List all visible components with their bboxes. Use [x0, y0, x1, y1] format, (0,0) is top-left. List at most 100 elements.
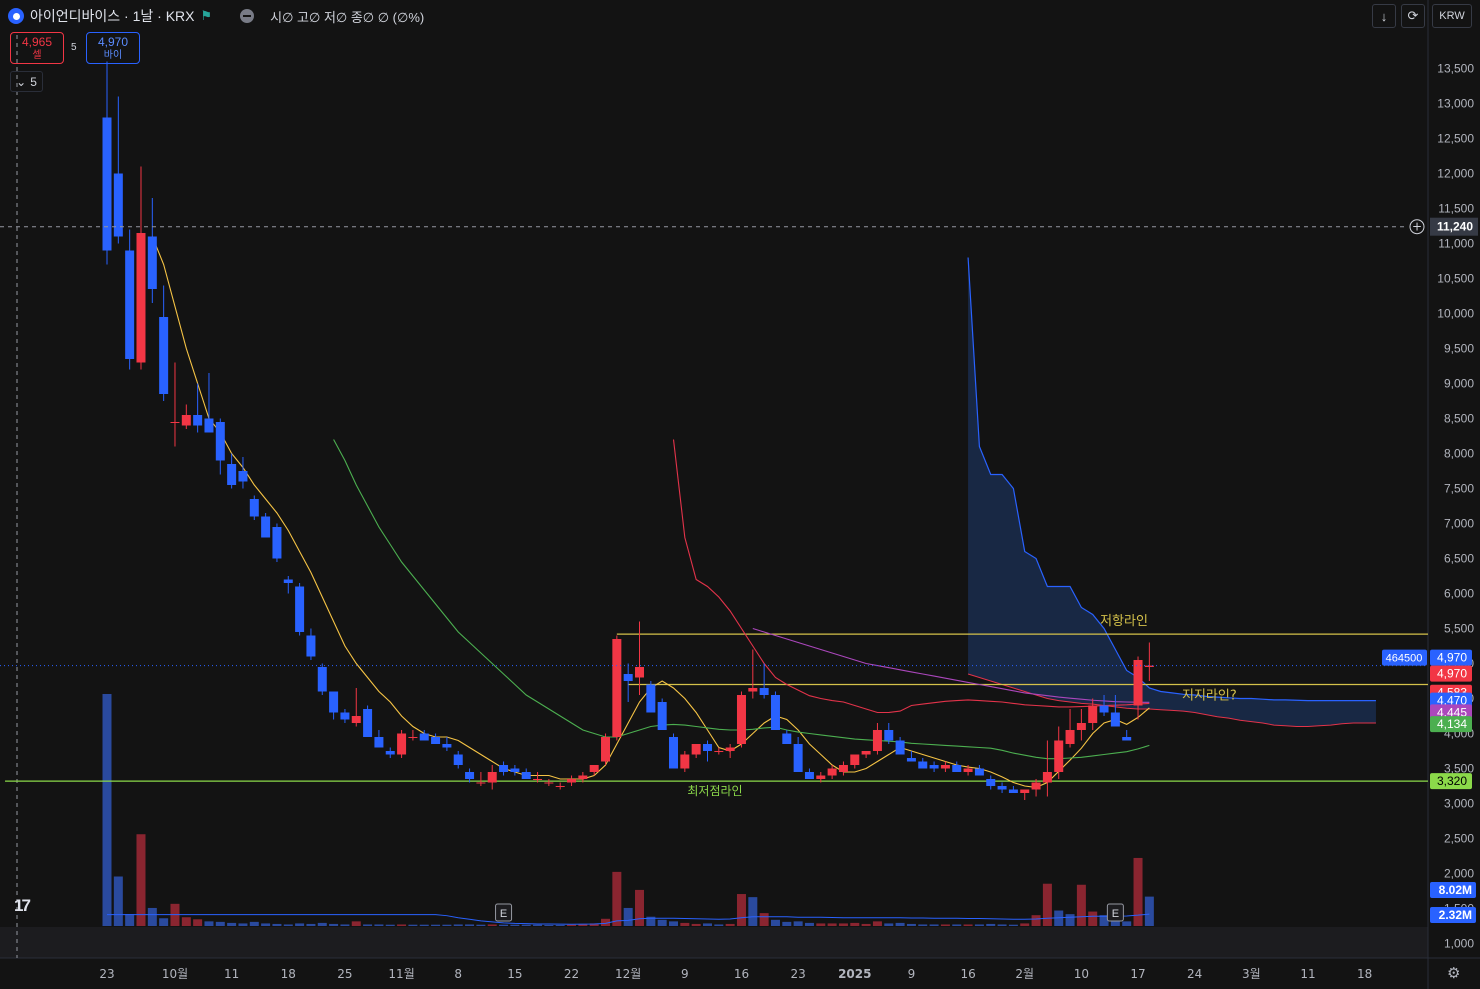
candle-body	[521, 772, 531, 779]
volume-bar	[238, 923, 248, 926]
candle-body	[872, 730, 882, 751]
candle-body	[476, 782, 486, 784]
price-axis-tag-label: 4,970	[1437, 667, 1467, 681]
candle-body	[691, 744, 701, 755]
tradingview-logo-icon[interactable]: 17	[14, 896, 31, 916]
candle-body	[159, 317, 169, 394]
volume-bar	[306, 923, 316, 926]
volume-bar	[317, 922, 327, 926]
candle-body	[861, 751, 871, 755]
extra-pane-strip	[0, 927, 1428, 958]
resistance-label: 저항라인	[1100, 614, 1148, 629]
volume-bar	[533, 924, 543, 926]
currency-button[interactable]: KRW	[1432, 4, 1472, 28]
volume-bar	[657, 919, 667, 926]
time-tick-label: 10	[1074, 967, 1089, 981]
volume-bar	[759, 913, 769, 926]
time-tick-label: 8	[454, 967, 462, 981]
candle-body	[1031, 782, 1041, 790]
volume-bar	[895, 922, 905, 926]
volume-bar	[929, 924, 939, 926]
time-tick-label: 23	[99, 967, 114, 981]
candle-body	[465, 772, 475, 779]
candle-body	[1065, 730, 1075, 744]
candle-body	[918, 761, 928, 769]
candle-body	[612, 639, 622, 737]
candle-body	[986, 779, 996, 786]
volume-bar	[159, 918, 169, 926]
flag-icon[interactable]: ⚑	[201, 8, 213, 24]
candle-body	[567, 779, 577, 783]
spread-value: 5	[71, 42, 77, 53]
volume-bar	[906, 923, 916, 926]
download-button[interactable]: ↓	[1372, 4, 1396, 28]
sell-button[interactable]: 4,965 셀	[10, 32, 64, 64]
time-tick-label: 10월	[162, 967, 188, 981]
replay-button[interactable]: ⟳	[1401, 4, 1425, 28]
volume-bar	[952, 924, 962, 926]
volume-bar	[872, 921, 882, 926]
price-tick-label: 2,000	[1444, 867, 1474, 881]
candle-body	[385, 751, 395, 755]
price-tick-label: 10,500	[1437, 272, 1474, 286]
volume-bar	[136, 834, 146, 926]
candle-body	[770, 695, 780, 730]
candle-body	[725, 747, 735, 751]
time-tick-label: 24	[1187, 967, 1202, 981]
candle-body	[261, 516, 271, 538]
volume-bar	[850, 922, 860, 926]
candle-body	[702, 744, 712, 751]
candle-body	[1020, 789, 1030, 793]
time-tick-label: 16	[734, 967, 749, 981]
symbol-title[interactable]: 아이언디바이스 · 1날 · KRX	[30, 6, 195, 26]
volume-bar	[272, 923, 282, 926]
price-tick-label: 7,000	[1444, 517, 1474, 531]
time-tick-label: 23	[790, 967, 805, 981]
candle-body	[487, 772, 497, 783]
candle-body	[997, 786, 1007, 790]
indicator-collapse-button[interactable]: ⌄ 5	[10, 71, 43, 92]
candle-body	[850, 754, 860, 765]
time-tick-label: 11월	[388, 967, 414, 981]
plus-icon: +	[1412, 220, 1422, 234]
volume-bar	[408, 924, 418, 926]
candle-body	[544, 782, 554, 784]
time-tick-label: 9	[908, 967, 916, 981]
buy-label: 바이	[103, 50, 123, 61]
volume-bar	[351, 921, 361, 926]
candle-body	[1076, 723, 1086, 730]
volume-bar	[340, 924, 350, 926]
indicator-count: 5	[30, 74, 37, 89]
chart-canvas[interactable]: 저항라인지지라인?최저점라인EE1,0001,5002,0002,5003,00…	[0, 0, 1480, 989]
candle-body	[499, 765, 509, 772]
volume-bar	[578, 924, 588, 926]
volume-bar	[680, 922, 690, 926]
volume-bar	[567, 924, 577, 926]
candle-body	[533, 779, 543, 780]
price-tick-label: 5,500	[1444, 622, 1474, 636]
candle-body	[884, 730, 894, 741]
price-tick-label: 8,000	[1444, 447, 1474, 461]
volume-bar	[940, 924, 950, 926]
candle-body	[340, 712, 350, 720]
volume-bar	[147, 907, 157, 926]
arrow-down-icon: ↓	[1380, 8, 1388, 24]
chart-header: 아이언디바이스 · 1날 · KRX ⚑ 시∅ 고∅ 저∅ 종∅ ∅ (∅%)	[8, 6, 424, 26]
time-tick-label: 15	[507, 967, 522, 981]
volume-bar	[702, 923, 712, 926]
candle-body	[906, 758, 916, 762]
volume-bar	[736, 894, 746, 926]
volume-bar	[918, 924, 928, 926]
volume-bar	[363, 924, 373, 926]
volume-bar	[521, 924, 531, 926]
volume-bar	[453, 924, 463, 926]
gear-icon[interactable]: ⚙	[1447, 964, 1460, 982]
candle-body	[646, 684, 656, 713]
candle-body	[170, 422, 180, 423]
buy-button[interactable]: 4,970 바이	[86, 32, 140, 64]
candle-body	[1008, 789, 1018, 793]
volume-axis-tag-label: 2.32M	[1439, 908, 1472, 922]
candle-body	[1088, 705, 1098, 723]
candle-body	[204, 418, 214, 433]
volume-bar	[125, 914, 135, 926]
